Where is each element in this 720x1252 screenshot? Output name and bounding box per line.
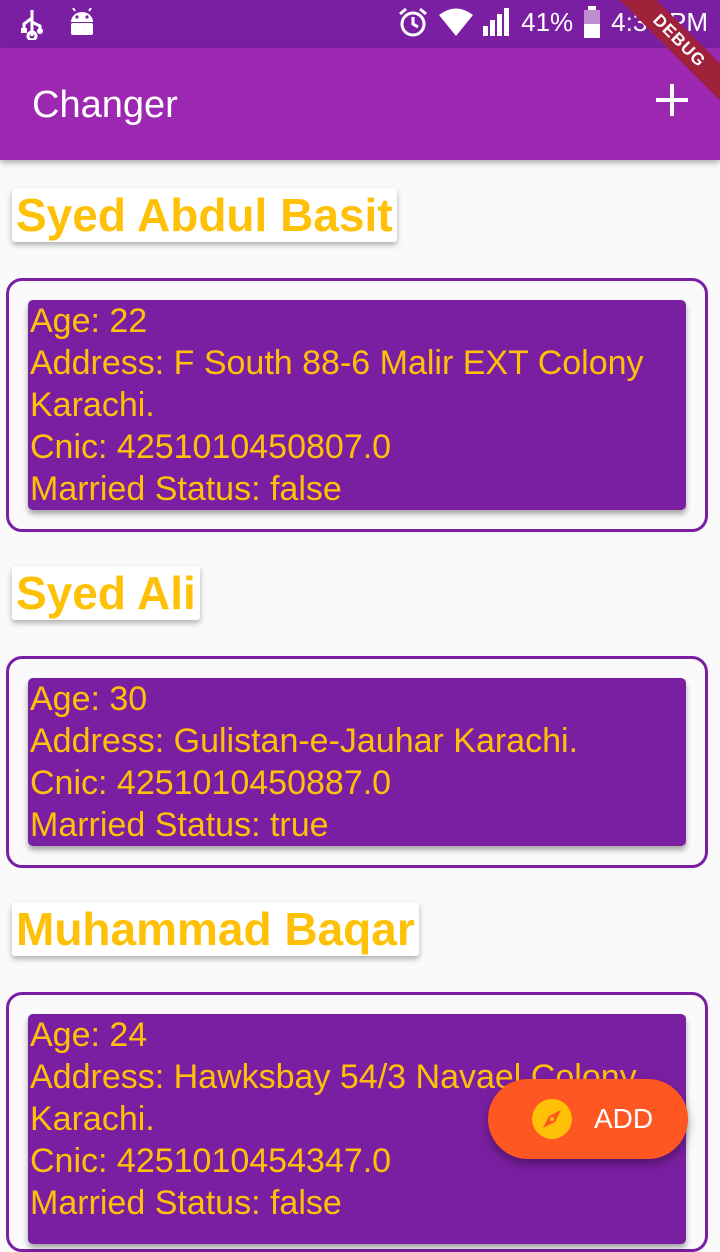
cnic-text: Cnic: 4251010450807.0	[30, 428, 392, 466]
address-text: Address: F South 88-6 Malir EXT Colony	[30, 344, 644, 382]
compass-icon	[532, 1099, 572, 1139]
status-bar: 41% 4:33 PM	[0, 0, 720, 48]
battery-percent: 41%	[521, 6, 574, 37]
address-text-cont: Karachi.	[30, 386, 155, 424]
person-details: Age: 22 Address: F South 88-6 Malir EXT …	[28, 300, 686, 510]
page-title: Changer	[32, 84, 178, 126]
fab-label: ADD	[594, 1103, 654, 1134]
cnic-text: Cnic: 4251010450887.0	[30, 764, 392, 802]
address-text: Address: Gulistan-e-Jauhar Karachi.	[30, 722, 579, 760]
person-name: Syed Abdul Basit	[12, 188, 397, 242]
add-fab-button[interactable]: ADD	[488, 1079, 688, 1159]
age-text: Age: 22	[30, 302, 148, 340]
age-text: Age: 24	[30, 1016, 148, 1054]
age-text: Age: 30	[30, 680, 148, 718]
app-bar: Changer	[0, 48, 720, 160]
person-details: Age: 30 Address: Gulistan-e-Jauhar Karac…	[28, 678, 686, 846]
alarm-icon	[399, 7, 428, 37]
married-status-text: Married Status: false	[30, 470, 342, 508]
person-card: Age: 30 Address: Gulistan-e-Jauhar Karac…	[6, 656, 708, 868]
married-status-text: Married Status: false	[30, 1184, 342, 1222]
android-icon	[71, 8, 93, 35]
married-status-text: Married Status: true	[30, 806, 329, 844]
usb-icon	[21, 10, 43, 40]
wifi-icon	[439, 8, 474, 36]
person-card: Age: 22 Address: F South 88-6 Malir EXT …	[6, 278, 708, 532]
person-name: Syed Ali	[12, 566, 200, 620]
add-icon[interactable]	[654, 82, 690, 118]
signal-icon	[483, 8, 510, 36]
battery-icon	[584, 6, 601, 38]
person-name: Muhammad Baqar	[12, 902, 419, 956]
